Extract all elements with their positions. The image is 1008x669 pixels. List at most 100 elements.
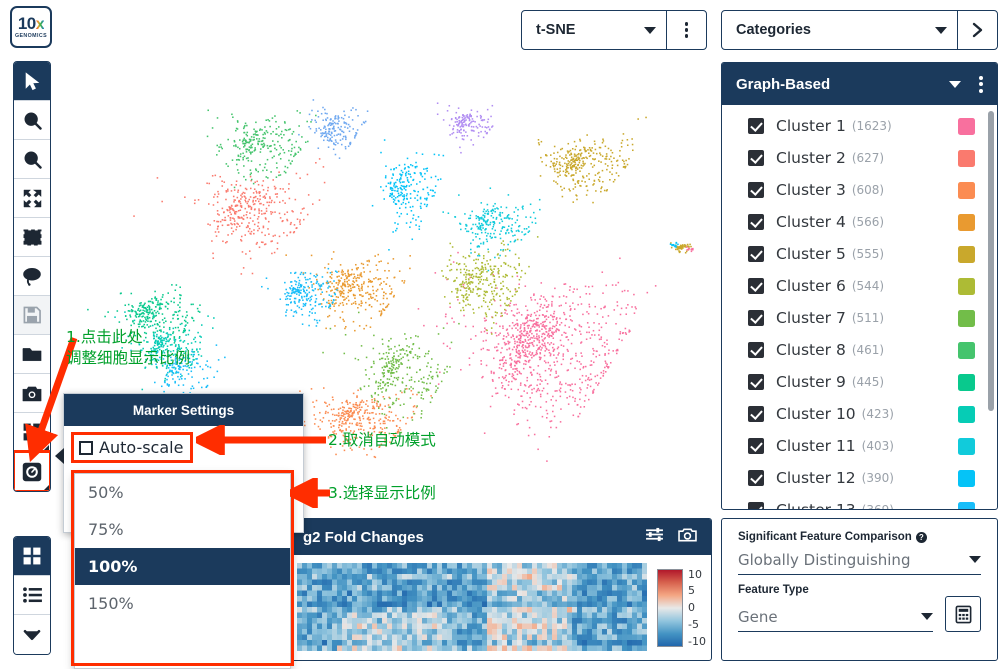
cluster-color-swatch[interactable] (958, 341, 975, 359)
cluster-row[interactable]: Cluster 6 (544) (722, 270, 997, 302)
cluster-count: (555) (851, 247, 885, 261)
auto-scale-checkbox-row[interactable]: Auto-scale (70, 432, 194, 463)
cluster-checkbox[interactable] (748, 342, 764, 358)
cluster-row[interactable]: Cluster 9 (445) (722, 366, 997, 398)
point-scale-option[interactable]: 75% (75, 511, 290, 548)
point-scale-option-partial[interactable] (75, 622, 290, 642)
cluster-color-swatch[interactable] (958, 373, 975, 391)
cluster-row[interactable]: Cluster 12 (390) (722, 462, 997, 494)
cluster-color-swatch[interactable] (958, 437, 975, 455)
cluster-row[interactable]: Cluster 2 (627) (722, 142, 997, 174)
point-scale-option[interactable]: 50% (75, 474, 290, 511)
feature-comparison-panel: Significant Feature Comparison ? Globall… (721, 518, 998, 661)
chevron-down-icon[interactable] (949, 80, 961, 88)
zoom-in-icon (23, 111, 42, 130)
cluster-color-swatch[interactable] (958, 277, 975, 295)
marker-settings-tool[interactable] (14, 450, 50, 491)
cursor-tool[interactable] (14, 62, 50, 101)
cluster-color-swatch[interactable] (958, 213, 975, 231)
cluster-list[interactable]: Cluster 1 (1623) Cluster 2 (627) Cluster 3 (6… (722, 105, 997, 509)
sliders-icon[interactable] (645, 527, 664, 547)
heatmap-header: g2 Fold Changes (289, 519, 711, 555)
point-scale-options-list[interactable]: 50% 75% 100% 150% (74, 473, 291, 669)
cluster-checkbox[interactable] (748, 214, 764, 230)
cluster-color-swatch[interactable] (958, 117, 975, 135)
point-scale-option[interactable]: 100% (75, 548, 290, 585)
cluster-row[interactable]: Cluster 10 (423) (722, 398, 997, 430)
cluster-color-swatch[interactable] (958, 309, 975, 327)
significant-feature-comparison-label: Significant Feature Comparison ? (738, 531, 981, 543)
cluster-label: Cluster 1 (776, 117, 846, 135)
open-folder-tool[interactable] (14, 335, 50, 374)
cluster-checkbox[interactable] (748, 406, 764, 422)
chevron-down-icon[interactable] (921, 613, 933, 620)
cluster-label: Cluster 4 (776, 213, 846, 231)
cluster-checkbox[interactable] (748, 310, 764, 326)
zoom-in-tool[interactable] (14, 101, 50, 140)
cluster-checkbox[interactable] (748, 246, 764, 262)
cluster-row[interactable]: Cluster 5 (555) (722, 238, 997, 270)
auto-scale-checkbox[interactable] (79, 440, 93, 455)
question-mark-icon[interactable]: ? (915, 531, 927, 543)
projection-selector[interactable]: t-SNE (521, 10, 707, 50)
chevron-down-icon[interactable] (935, 11, 957, 49)
cluster-color-swatch[interactable] (958, 149, 975, 167)
cluster-list-scrollbar[interactable] (988, 111, 994, 411)
brand-logo: 10 x GENOMICS (10, 6, 52, 48)
cluster-label: Cluster 2 (776, 149, 846, 167)
cluster-color-swatch[interactable] (958, 181, 975, 199)
cluster-label: Cluster 9 (776, 373, 846, 391)
cluster-color-swatch[interactable] (958, 469, 975, 487)
cluster-checkbox[interactable] (748, 182, 764, 198)
cluster-panel-title: Graph-Based (736, 75, 831, 93)
kebab-menu-icon[interactable] (667, 11, 706, 49)
zoom-out-icon (23, 150, 42, 169)
cluster-checkbox[interactable] (748, 438, 764, 454)
cluster-color-swatch[interactable] (958, 501, 975, 509)
gallery-view-tool[interactable] (14, 537, 50, 576)
point-scale-option[interactable]: 150% (75, 585, 290, 622)
cluster-row[interactable]: Cluster 7 (511) (722, 302, 997, 334)
cluster-row[interactable]: Cluster 1 (1623) (722, 110, 997, 142)
comparison-select[interactable]: Globally Distinguishing (738, 545, 981, 575)
screenshot-tool[interactable] (14, 374, 50, 413)
cluster-color-swatch[interactable] (958, 405, 975, 423)
cluster-panel-header[interactable]: Graph-Based (722, 63, 997, 105)
save-disk-icon (23, 306, 41, 324)
popup-pointer-icon (55, 448, 64, 464)
grid-squares-icon (23, 423, 41, 441)
feature-type-select[interactable]: Gene (738, 602, 933, 632)
cluster-count: (461) (851, 343, 885, 357)
cluster-checkbox[interactable] (748, 278, 764, 294)
cluster-checkbox[interactable] (748, 470, 764, 486)
camera-icon[interactable] (678, 527, 697, 548)
cluster-row[interactable]: Cluster 4 (566) (722, 206, 997, 238)
cluster-row[interactable]: Cluster 8 (461) (722, 334, 997, 366)
cluster-count: (1623) (851, 119, 892, 133)
cluster-label: Cluster 11 (776, 437, 856, 455)
folder-icon (22, 346, 42, 362)
expand-arrows-icon (23, 189, 42, 208)
rectangle-select-tool[interactable] (14, 218, 50, 257)
heatmap-image[interactable] (297, 563, 647, 651)
list-view-tool[interactable] (14, 576, 50, 615)
cluster-row[interactable]: Cluster 3 (608) (722, 174, 997, 206)
calculator-icon[interactable] (945, 596, 981, 632)
chevron-right-icon[interactable] (958, 11, 997, 49)
zoom-out-tool[interactable] (14, 140, 50, 179)
cluster-row[interactable]: Cluster 11 (403) (722, 430, 997, 462)
lasso-select-tool[interactable] (14, 257, 50, 296)
grid-layout-tool[interactable] (14, 413, 50, 452)
collapse-tool[interactable] (14, 615, 50, 654)
cluster-checkbox[interactable] (748, 374, 764, 390)
cluster-row[interactable]: Cluster 13 (369) (722, 494, 997, 509)
cluster-checkbox[interactable] (748, 118, 764, 134)
cluster-color-swatch[interactable] (958, 245, 975, 263)
cluster-checkbox[interactable] (748, 150, 764, 166)
chevron-down-icon[interactable] (969, 556, 981, 563)
fit-screen-tool[interactable] (14, 179, 50, 218)
cluster-checkbox[interactable] (748, 502, 764, 509)
chevron-down-icon[interactable] (644, 11, 666, 49)
kebab-menu-icon[interactable] (979, 75, 983, 93)
categories-selector[interactable]: Categories (721, 10, 998, 50)
